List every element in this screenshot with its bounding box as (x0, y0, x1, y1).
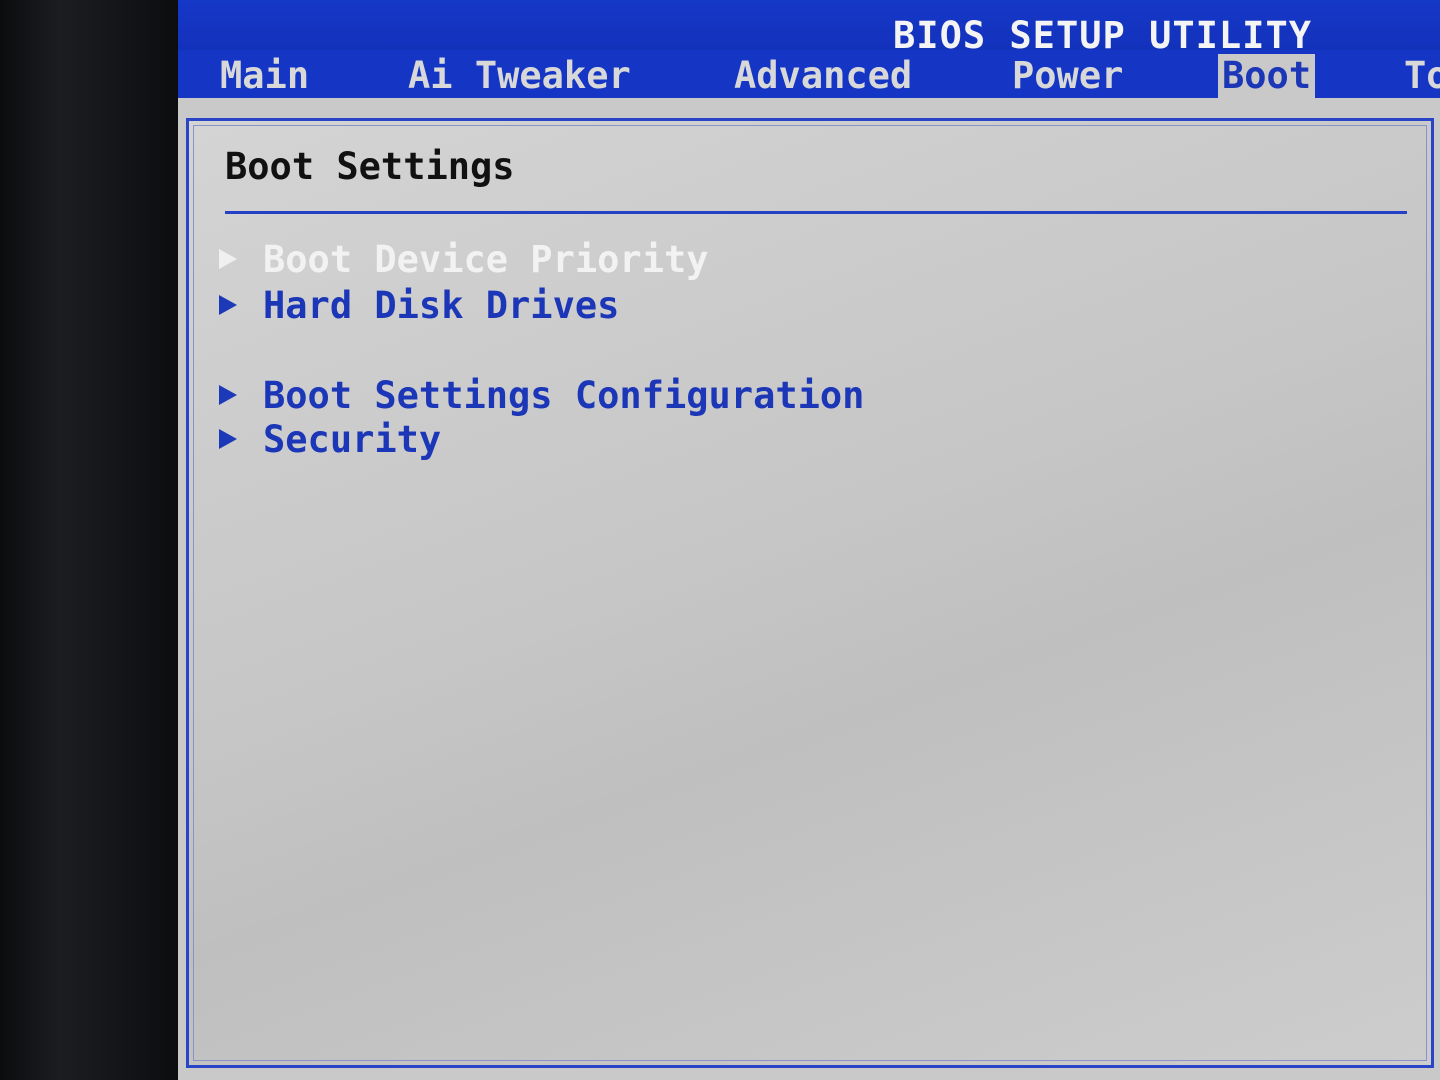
panel-title: Boot Settings (225, 145, 515, 188)
tab-power[interactable]: Power (1012, 54, 1123, 98)
boot-settings-panel: Boot Settings Boot Device Priority Hard … (186, 118, 1434, 1068)
menu-item-label: Hard Disk Drives (263, 283, 620, 327)
menu-item-boot-device-priority[interactable]: Boot Device Priority (219, 237, 709, 281)
menu-item-label: Security (263, 417, 442, 461)
tab-advanced[interactable]: Advanced (734, 54, 912, 98)
title-divider (225, 211, 1407, 214)
menu-item-label: Boot Device Priority (263, 237, 709, 281)
tab-tools[interactable]: To (1404, 54, 1440, 98)
bios-screen: BIOS SETUP UTILITY Main Ai Tweaker Advan… (178, 0, 1440, 1080)
tab-ai-tweaker[interactable]: Ai Tweaker (408, 54, 631, 98)
tab-bar: Main Ai Tweaker Advanced Power Boot To (178, 50, 1440, 98)
menu-item-boot-settings-configuration[interactable]: Boot Settings Configuration (219, 373, 864, 417)
triangle-right-icon (219, 429, 237, 449)
triangle-right-icon (219, 295, 237, 315)
menu-item-label: Boot Settings Configuration (263, 373, 865, 417)
menu-item-hard-disk-drives[interactable]: Hard Disk Drives (219, 283, 619, 327)
tab-boot[interactable]: Boot (1218, 54, 1316, 98)
triangle-right-icon (219, 249, 237, 269)
menu-item-security[interactable]: Security (219, 417, 441, 461)
triangle-right-icon (219, 385, 237, 405)
tab-main[interactable]: Main (220, 54, 309, 98)
